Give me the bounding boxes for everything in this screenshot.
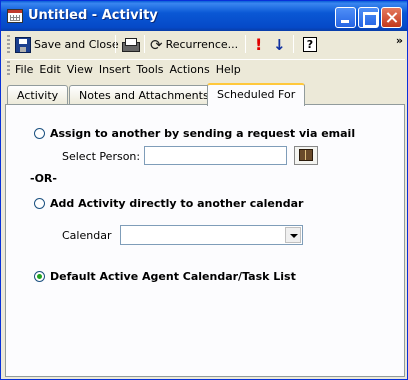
menu-actions[interactable]: Actions [170,63,210,76]
chevron-down-icon[interactable] [285,227,301,243]
calendar-dropdown[interactable] [120,225,303,245]
address-book-icon [299,149,313,161]
standard-toolbar: Save and Close ⟳ Recurrence... ! ↓ ? » [5,32,405,57]
option-other-calendar[interactable]: Add Activity directly to another calenda… [34,197,303,210]
toolbar-separator [115,35,116,53]
close-button[interactable] [381,7,402,28]
save-and-close-label: Save and Close [34,38,119,51]
toolbar-separator [293,35,294,53]
address-book-button[interactable] [294,146,318,165]
save-and-close-button[interactable]: Save and Close [15,34,119,55]
menu-help[interactable]: Help [216,63,241,76]
menu-insert[interactable]: Insert [99,63,131,76]
menubar-grip[interactable] [7,61,10,77]
or-separator-label: -OR- [30,172,57,185]
menu-view[interactable]: View [67,63,93,76]
activity-window: Untitled - Activity Save and Close ⟳ Rec… [0,0,408,380]
window-title: Untitled - Activity [28,8,158,23]
scheduled-for-panel: Assign to another by sending a request v… [5,104,405,377]
importance-high-button[interactable]: ! [255,34,262,55]
menu-items: File Edit View Insert Tools Actions Help [15,63,247,76]
recurrence-label: Recurrence... [165,38,239,51]
tab-activity[interactable]: Activity [7,85,69,105]
down-arrow-icon: ↓ [273,35,286,54]
select-person-label: Select Person: [62,150,141,163]
title-bar[interactable]: Untitled - Activity [1,1,407,31]
tab-scheduled-for[interactable]: Scheduled For [207,83,306,106]
menu-edit[interactable]: Edit [39,63,60,76]
calendar-label: Calendar [62,229,112,242]
menu-bar: File Edit View Insert Tools Actions Help [5,59,405,79]
toolbar-overflow-chevron-icon[interactable]: » [396,34,403,47]
recurrence-button[interactable]: ⟳ Recurrence... [150,34,238,55]
exclamation-icon: ! [255,35,263,54]
select-person-input[interactable] [144,146,287,165]
printer-icon [122,37,140,52]
importance-low-button[interactable]: ↓ [273,34,286,55]
menu-tools[interactable]: Tools [136,63,163,76]
menu-file[interactable]: File [15,63,33,76]
option-email-request[interactable]: Assign to another by sending a request v… [34,127,355,140]
default-calendar-radio[interactable] [34,271,45,282]
option-default-calendar[interactable]: Default Active Agent Calendar/Task List [34,270,296,283]
toolbar-separator [144,35,145,53]
recurrence-icon: ⟳ [150,35,163,54]
other-calendar-label: Add Activity directly to another calenda… [50,197,304,210]
print-button[interactable] [122,34,140,55]
toolbar-grip[interactable] [7,35,10,53]
maximize-button[interactable] [358,7,379,28]
toolbar-separator [245,35,246,53]
tab-notes-and-attachments[interactable]: Notes and Attachments [69,85,219,105]
default-calendar-label: Default Active Agent Calendar/Task List [50,270,296,283]
help-icon: ? [303,37,317,52]
help-button[interactable]: ? [303,34,317,55]
minimize-button[interactable] [335,7,356,28]
other-calendar-radio[interactable] [34,198,45,209]
floppy-disk-icon [15,36,31,53]
email-request-label: Assign to another by sending a request v… [50,127,356,140]
calendar-icon [7,9,23,23]
tab-strip: Activity Notes and Attachments Scheduled… [5,83,405,106]
email-request-radio[interactable] [34,128,45,139]
